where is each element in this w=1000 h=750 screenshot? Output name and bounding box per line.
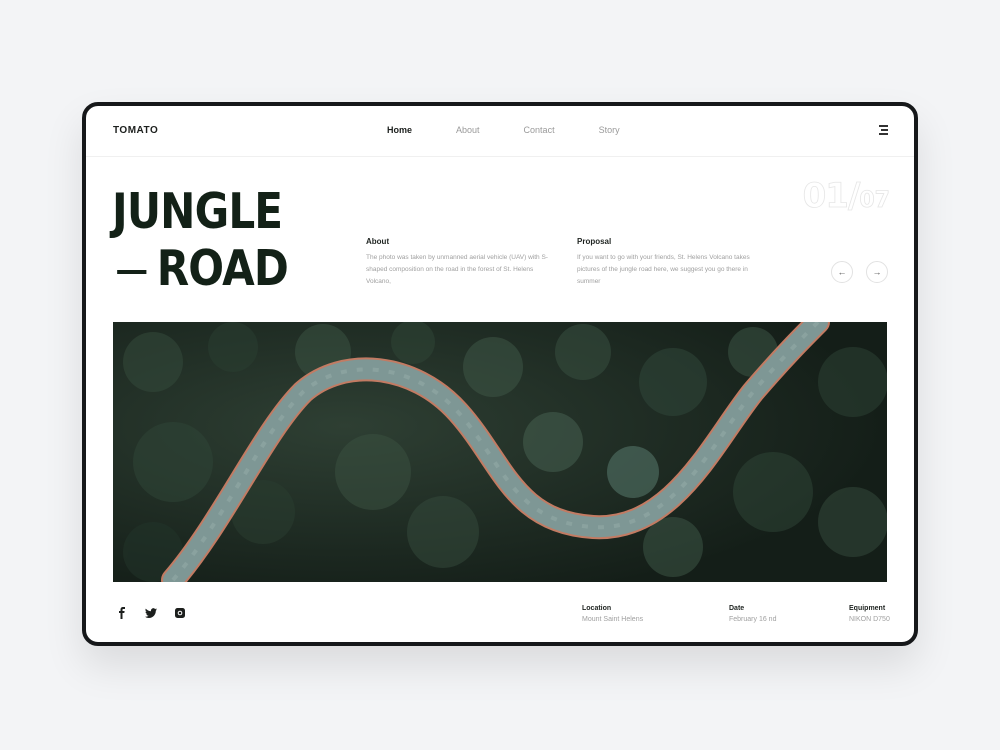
prev-slide-button[interactable]: ← xyxy=(831,261,853,283)
twitter-icon[interactable] xyxy=(145,606,157,618)
page-frame: TOMATO Home About Contact Story JUNGLE R… xyxy=(82,102,918,646)
page-title: JUNGLE ROAD xyxy=(112,183,289,297)
title-dash xyxy=(117,269,147,274)
meta-location: Location Mount Saint Helens xyxy=(582,605,643,623)
nav-item-story[interactable]: Story xyxy=(599,125,620,135)
arrow-left-icon: ← xyxy=(837,267,847,277)
nav-item-contact[interactable]: Contact xyxy=(524,125,555,135)
title-line-1: JUNGLE xyxy=(112,183,283,240)
proposal-heading: Proposal xyxy=(577,237,612,246)
nav-item-about[interactable]: About xyxy=(456,125,480,135)
location-value: Mount Saint Helens xyxy=(582,616,644,623)
equipment-label: Equipment xyxy=(849,605,886,612)
hamburger-icon[interactable] xyxy=(877,125,888,135)
date-label: Date xyxy=(729,605,745,612)
next-slide-button[interactable]: → xyxy=(866,261,888,283)
instagram-icon[interactable] xyxy=(174,606,186,618)
equipment-value: NIKON D750 xyxy=(849,616,890,623)
hero-image xyxy=(113,322,887,582)
facebook-icon[interactable] xyxy=(116,606,128,619)
logo[interactable]: TOMATO xyxy=(113,125,158,136)
slide-counter: 01/07 xyxy=(802,176,890,217)
slide-counter-current: 01/ xyxy=(802,176,861,217)
about-body: The photo was taken by unmanned aerial v… xyxy=(366,254,548,285)
title-line-2: ROAD xyxy=(112,240,289,297)
main-menu: Home About Contact Story xyxy=(387,125,664,135)
meta-equipment: Equipment NIKON D750 xyxy=(849,605,890,623)
slide-counter-total: 07 xyxy=(859,188,890,214)
title-line-2-text: ROAD xyxy=(156,240,289,297)
date-value: February 16 nd xyxy=(729,616,777,623)
proposal-body: If you want to go with your friends, St.… xyxy=(577,254,750,285)
nav-item-home[interactable]: Home xyxy=(387,125,412,135)
social-links xyxy=(116,606,186,619)
proposal-section: Proposal If you want to go with your fri… xyxy=(577,237,762,288)
location-label: Location xyxy=(582,605,612,612)
about-heading: About xyxy=(366,237,390,246)
top-nav: TOMATO Home About Contact Story xyxy=(86,106,914,157)
aerial-road-photo xyxy=(113,322,887,582)
arrow-right-icon: → xyxy=(872,267,882,277)
meta-date: Date February 16 nd xyxy=(729,605,776,623)
about-section: About The photo was taken by unmanned ae… xyxy=(366,237,551,288)
